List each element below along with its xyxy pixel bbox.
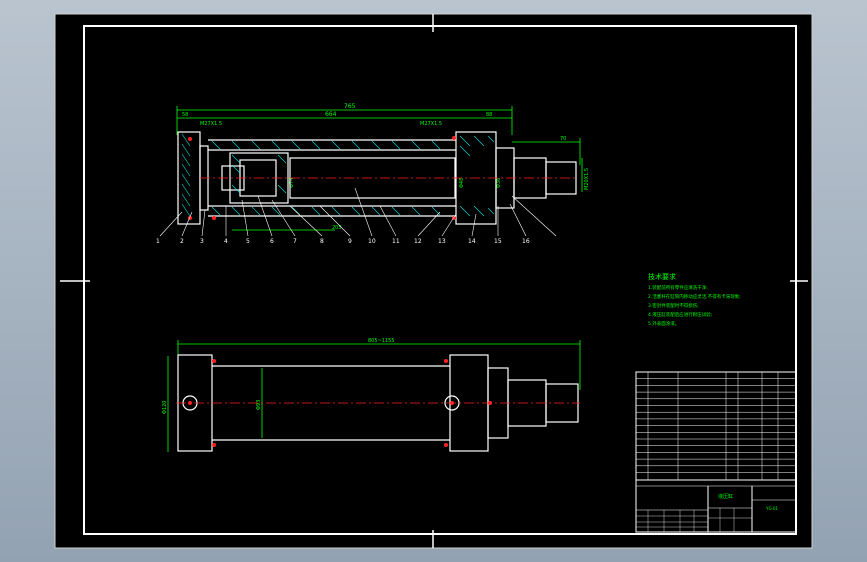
dim-right-offset: 88 [486,112,492,118]
balloon: 6 [270,238,274,245]
balloon: 5 [246,238,250,245]
balloon: 15 [494,238,502,245]
dim-bottom-body: Φ93 [256,400,262,410]
dim-rod-extension: 664 [325,111,337,118]
notes-heading: 技术要求 [648,272,676,281]
drawing-area[interactable] [54,13,813,549]
balloon: 7 [293,238,297,245]
balloon: 8 [320,238,324,245]
balloon: 3 [200,238,204,245]
dim-overall-length: 765 [344,103,356,110]
dim-left-offset: 58 [182,112,188,118]
balloon: 12 [414,238,422,245]
balloon: 4 [224,238,228,245]
balloon: 13 [438,238,446,245]
note-line: 3.密封件装配时不得损伤; [648,302,699,309]
dim-thread-left: M27X1.5 [200,121,222,127]
balloon: 10 [368,238,376,245]
balloon: 14 [468,238,476,245]
note-line: 4.液压缸装配后应进行耐压试验; [648,311,712,318]
dim-end-width: 70 [560,136,566,142]
balloon: 9 [348,238,352,245]
dim-thread-right: M27X1.5 [420,121,442,127]
dim-rod: Φ48 [459,178,465,188]
balloon: 11 [392,238,400,245]
dim-bottom-length: 805~1155 [368,338,394,344]
note-line: 1.装配前所有零件应清洗干净; [648,284,708,291]
note-line: 2.活塞杆在缸筒内移动应灵活,不得有卡滞现象; [648,293,741,300]
title-block-code: YG-01 [765,506,779,511]
title-block-name: 液压缸 [718,493,733,500]
balloon: 1 [156,238,160,245]
dim-tip-thread: M20X1.5 [584,168,590,190]
balloon: 16 [522,238,530,245]
balloon: 2 [180,238,184,245]
cad-sheet[interactable]: 765 664 58 88 70 M27X1.5 M27X1.5 205 Φ74… [0,0,867,562]
dim-port: Φ36 [496,178,502,188]
note-line: 5.外表面涂漆。 [648,320,679,327]
dim-bottom-height: Φ120 [162,401,168,414]
